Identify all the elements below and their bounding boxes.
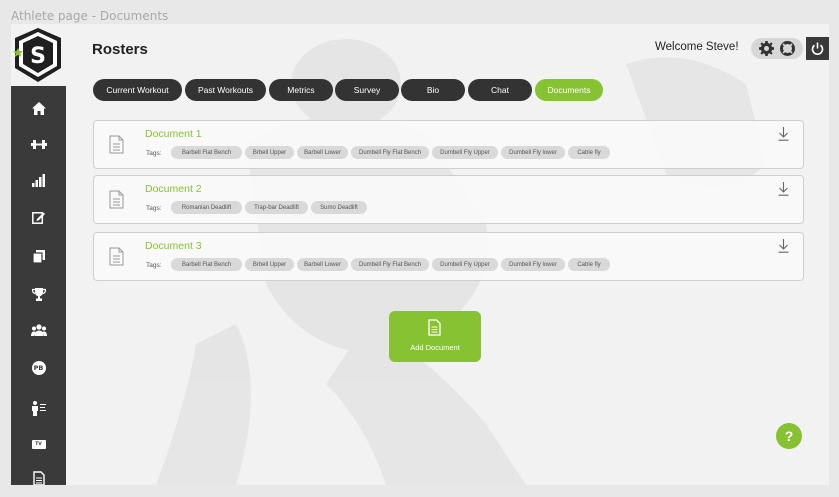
power-icon [811, 42, 824, 55]
document-title[interactable]: Document 1 [145, 128, 202, 140]
tag-chip: Dumbell Fly Flat Bench [351, 146, 429, 159]
document-icon [428, 319, 441, 336]
download-icon[interactable] [778, 127, 789, 141]
settings-button[interactable] [759, 41, 774, 61]
tags-label: Tags: [146, 150, 162, 157]
pb-badge-icon: PB [31, 361, 46, 375]
tag-chip: Dumbell Fly Upper [432, 258, 498, 271]
tag-chip: Barbell Lower [297, 258, 348, 271]
document-title[interactable]: Document 2 [145, 183, 202, 195]
header-icon-group [751, 38, 803, 59]
gear-icon [759, 41, 774, 56]
tag-chip: Dumbell Fly Upper [432, 146, 498, 159]
tags-label: Tags: [146, 205, 162, 212]
sidebar-item-workouts[interactable] [11, 132, 66, 156]
tag-chip: Dumbell Fly Flat Bench [351, 258, 429, 271]
tag-chip: Barbell Flat Bench [171, 146, 242, 159]
tab-documents[interactable]: Documents [535, 79, 603, 101]
download-icon[interactable] [778, 239, 789, 253]
document-card: Document 1 Tags: Barbell Flat Bench Brbe… [93, 120, 804, 169]
sidebar-item-tv[interactable]: TV [11, 432, 66, 456]
tab-bio[interactable]: Bio [401, 79, 465, 101]
home-icon [31, 101, 46, 115]
sidebar-item-home[interactable] [11, 96, 66, 120]
tag-chip: Dumbell Fly lower [501, 146, 565, 159]
tv-icon: TV [31, 439, 46, 449]
tag-chip: Dumbell Fly lower [501, 258, 565, 271]
window-title: Athlete page - Documents [11, 9, 169, 23]
download-icon[interactable] [778, 182, 789, 196]
group-icon [30, 324, 47, 336]
tag-chip: Brbell Upper [245, 258, 294, 271]
add-document-button[interactable]: Add Document [389, 311, 481, 362]
tag-chip: Barbell Lower [297, 146, 348, 159]
file-icon [109, 247, 124, 266]
lifebuoy-icon [780, 41, 795, 56]
edit-icon [32, 211, 45, 224]
tag-chip: Brbell Upper [245, 146, 294, 159]
sidebar-item-programs[interactable] [11, 244, 66, 268]
sidebar: S PB TV [11, 24, 66, 485]
logo-letter: S [30, 44, 46, 69]
tags-label: Tags: [146, 262, 162, 269]
tab-chat[interactable]: Chat [468, 79, 532, 101]
document-icon [32, 470, 45, 485]
sidebar-item-documents[interactable] [11, 466, 66, 485]
tag-chip: Cable fly [568, 146, 610, 159]
app-window: S PB TV Rosters Welcome Steve! Current W… [11, 24, 829, 485]
page-title: Rosters [92, 41, 148, 58]
document-title[interactable]: Document 3 [145, 240, 202, 252]
logo: S [11, 24, 66, 86]
tag-chip: Trap-bar Deadlift [245, 201, 308, 214]
tab-past-workouts[interactable]: Past Workouts [185, 79, 266, 101]
document-card: Document 2 Tags: Romanian Deadlift Trap-… [93, 175, 804, 224]
support-button[interactable] [780, 41, 795, 61]
copy-icon [32, 249, 45, 263]
document-card: Document 3 Tags: Barbell Flat Bench Brbe… [93, 232, 804, 281]
sidebar-item-survey[interactable] [11, 205, 66, 229]
tag-chip: Cable fly [568, 258, 610, 271]
tag-chip: Barbell Flat Bench [171, 258, 242, 271]
logout-button[interactable] [806, 37, 829, 60]
tab-survey[interactable]: Survey [335, 79, 399, 101]
sidebar-item-metrics[interactable] [11, 168, 66, 192]
tab-current-workout[interactable]: Current Workout [93, 79, 182, 101]
welcome-text: Welcome Steve! [655, 41, 739, 53]
tag-chip: Romanian Deadlift [171, 201, 242, 214]
trophy-icon [31, 287, 46, 301]
coach-icon [31, 400, 46, 416]
bar-chart-icon [32, 173, 45, 187]
add-document-label: Add Document [410, 343, 460, 352]
tag-chip: Sumo Deadlift [311, 201, 367, 214]
sidebar-item-personal-bests[interactable]: PB [11, 356, 66, 380]
sidebar-item-team[interactable] [11, 318, 66, 342]
sidebar-item-coach[interactable] [11, 396, 66, 420]
tab-metrics[interactable]: Metrics [269, 79, 333, 101]
sidebar-item-trophies[interactable] [11, 282, 66, 306]
file-icon [109, 135, 124, 154]
dumbbell-icon [30, 139, 47, 149]
file-icon [109, 190, 124, 209]
help-button[interactable]: ? [776, 423, 802, 449]
